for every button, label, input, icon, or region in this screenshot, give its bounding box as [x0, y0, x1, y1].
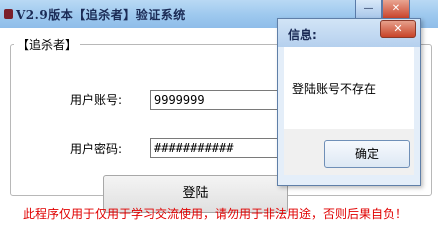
- password-label: 用户密码:: [70, 142, 123, 156]
- dialog-titlebar[interactable]: 信息: ✕: [278, 19, 420, 47]
- dialog-message: 登陆账号不存在: [292, 82, 377, 96]
- close-button[interactable]: ✕: [382, 0, 410, 19]
- username-label: 用户账号:: [70, 93, 123, 107]
- dialog-footer: 确定: [284, 129, 414, 175]
- app-icon: [4, 9, 13, 19]
- dialog-close-button[interactable]: ✕: [380, 20, 416, 38]
- message-dialog: 信息: ✕ 登陆账号不存在 确定: [277, 18, 421, 186]
- groupbox-label: 【追杀者】: [14, 36, 81, 53]
- ok-button[interactable]: 确定: [324, 140, 410, 168]
- disclaimer-text: 此程序仅用于仅用于学习交流使用，请勿用于非法用途，否则后果自负！: [23, 207, 408, 221]
- caption-buttons: — ✕: [355, 0, 410, 20]
- minimize-button[interactable]: —: [355, 0, 382, 19]
- dialog-title: 信息:: [288, 28, 317, 42]
- username-field[interactable]: 9999999: [150, 90, 290, 110]
- window-title: V2.9版本【追杀者】验证系统: [16, 8, 186, 22]
- password-field[interactable]: ###########: [150, 138, 290, 158]
